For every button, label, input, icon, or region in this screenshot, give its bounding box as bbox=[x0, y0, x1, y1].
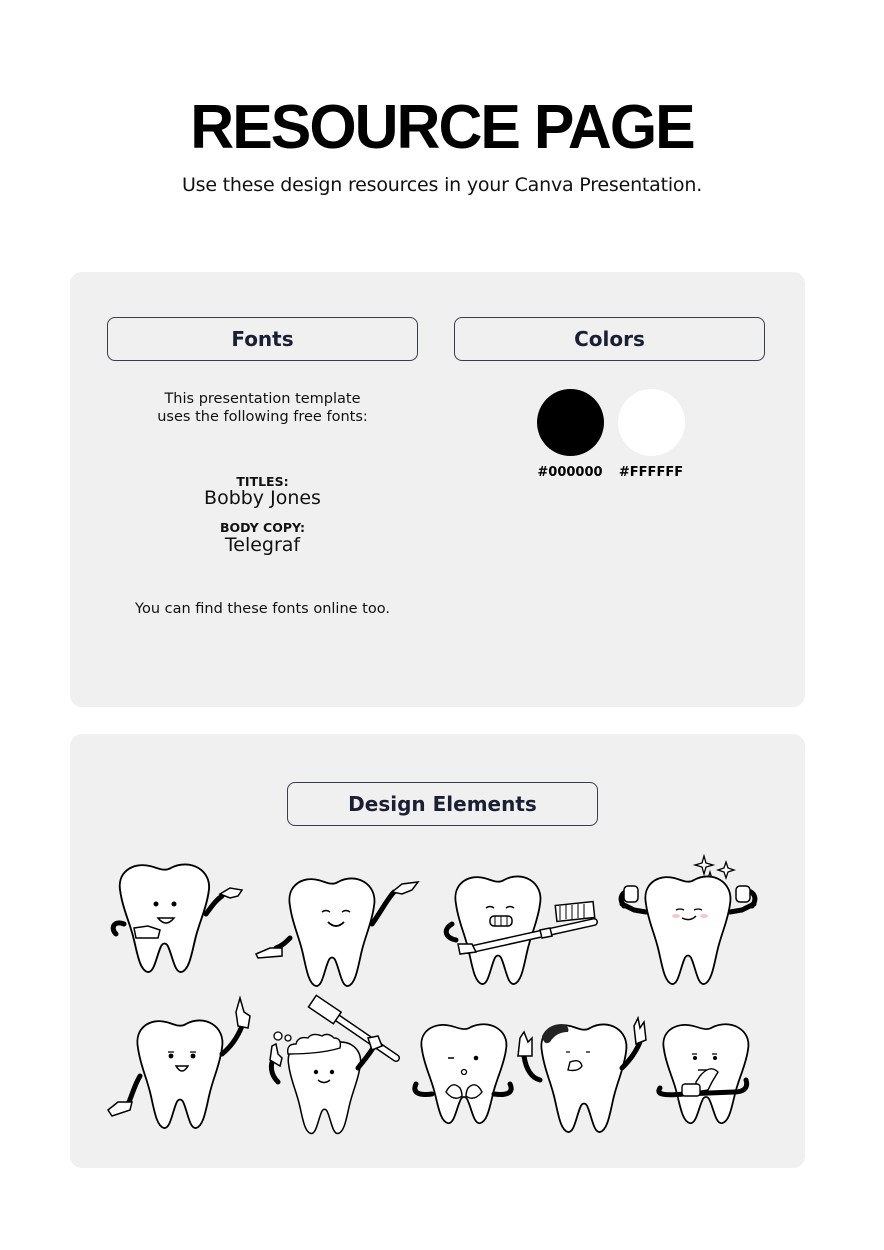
tooth-sparkling-flexing-icon bbox=[618, 853, 758, 987]
tooth-pointing-up-icon bbox=[106, 995, 258, 1129]
fonts-heading: Fonts bbox=[107, 317, 418, 361]
resources-panel: Fonts Colors This presentation template … bbox=[70, 272, 805, 707]
fonts-intro-line-1: This presentation template bbox=[164, 391, 361, 407]
tooth-holding-toothbrush-icon bbox=[440, 874, 605, 989]
colors-heading: Colors bbox=[454, 317, 765, 361]
color-swatch-black bbox=[537, 389, 604, 456]
tooth-smiling-open-arms-icon bbox=[252, 872, 422, 987]
tooth-with-cavity-waving-icon bbox=[514, 1012, 654, 1133]
tooth-presenting-happy-icon bbox=[110, 862, 252, 982]
body-copy-font-name: Telegraf bbox=[224, 534, 301, 556]
body-copy-label: BODY COPY: bbox=[220, 520, 305, 535]
tooth-thinking-icon bbox=[654, 1022, 760, 1131]
color-swatch-white bbox=[618, 389, 685, 456]
color-hex-black: #000000 bbox=[537, 465, 603, 480]
tooth-brushing-foam-icon bbox=[264, 994, 404, 1135]
page-subtitle: Use these design resources in your Canva… bbox=[181, 174, 703, 196]
titles-font-name: Bobby Jones bbox=[204, 487, 321, 509]
tooth-heart-hands-icon bbox=[412, 1022, 516, 1131]
design-elements-heading: Design Elements bbox=[287, 782, 598, 826]
fonts-footer-note: You can find these fonts online too. bbox=[135, 601, 390, 617]
page-title: RESOURCE PAGE bbox=[190, 93, 695, 162]
fonts-intro: This presentation template uses the foll… bbox=[107, 390, 418, 426]
fonts-intro-line-2: uses the following free fonts: bbox=[157, 409, 368, 425]
color-hex-white: #FFFFFF bbox=[618, 465, 684, 480]
